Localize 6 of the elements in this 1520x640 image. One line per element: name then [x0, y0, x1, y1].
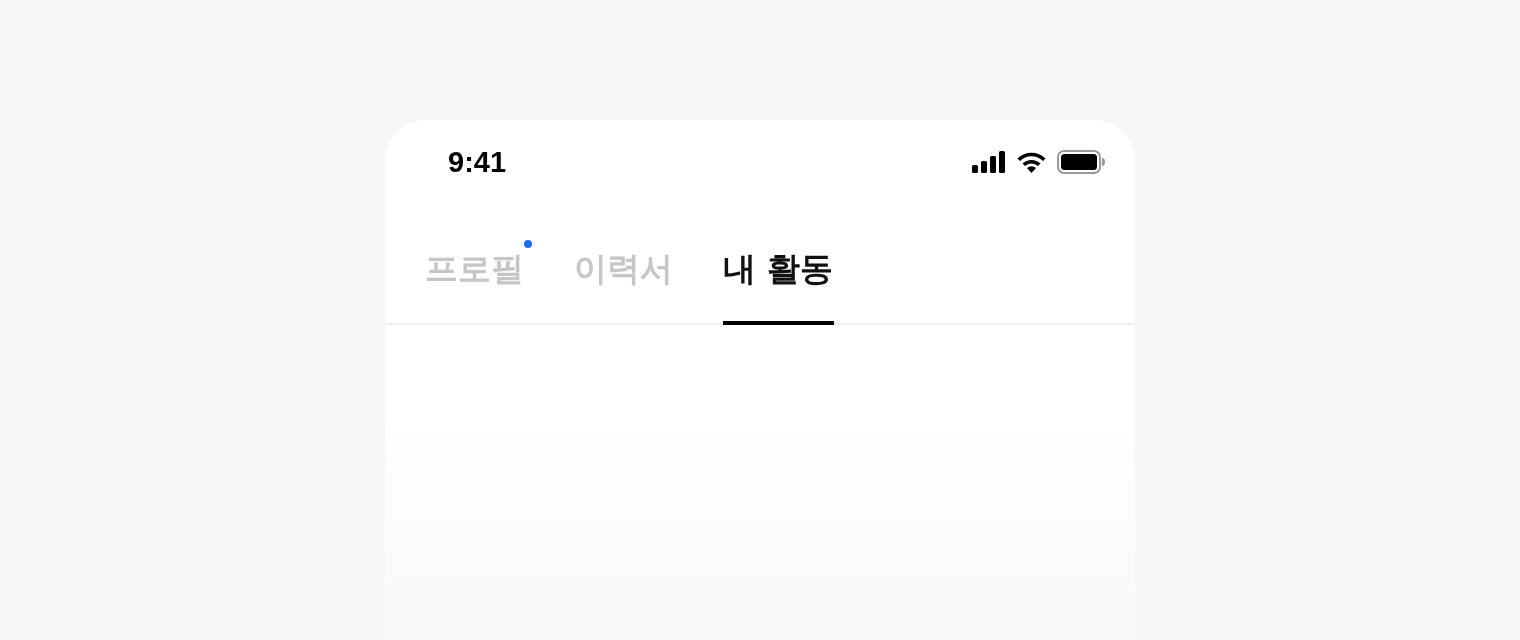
signal-icon	[972, 151, 1006, 173]
battery-icon	[1057, 150, 1105, 174]
wifi-icon	[1016, 151, 1047, 173]
status-time: 9:41	[448, 145, 507, 179]
tab[interactable]: 프로필	[425, 210, 532, 325]
tab[interactable]: 이력서	[574, 210, 673, 325]
